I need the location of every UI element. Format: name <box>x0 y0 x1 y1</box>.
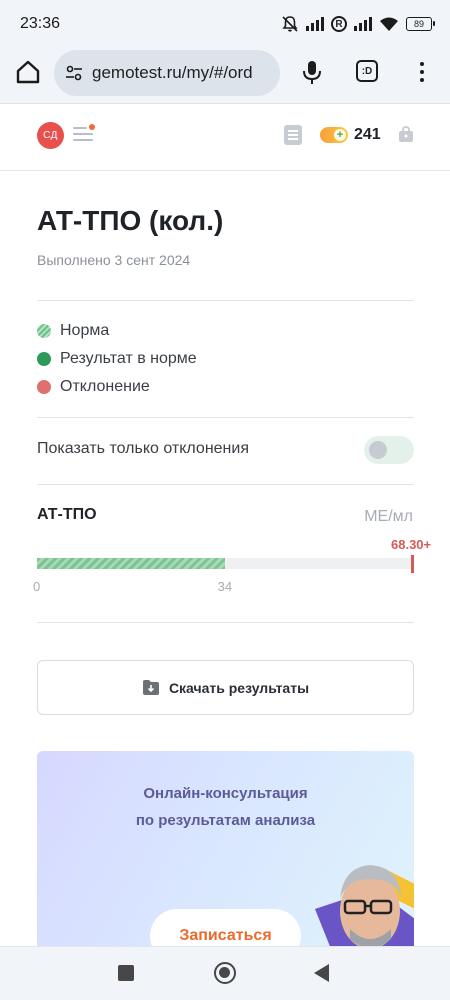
legend-item-deviation: Отклонение <box>37 376 150 398</box>
divider <box>37 300 414 301</box>
status-bar: 23:36 R 89 <box>0 0 450 44</box>
menu-icon[interactable] <box>73 124 95 143</box>
result-name: АТ-ТПО <box>37 506 97 523</box>
bonus-plus-icon: + <box>334 129 346 141</box>
scale-max-label: 34 <box>217 579 233 594</box>
cart-icon[interactable] <box>398 126 414 143</box>
signal-icon <box>306 17 324 31</box>
avatar[interactable]: СД <box>37 122 64 149</box>
tabs-button[interactable]: :D <box>356 60 378 82</box>
result-bar <box>37 555 414 573</box>
roaming-icon: R <box>331 16 347 32</box>
browser-toolbar: gemotest.ru/my/#/ord :D <box>0 44 450 104</box>
recent-apps-icon[interactable] <box>118 965 134 981</box>
bonus-points[interactable]: 241 <box>354 126 381 144</box>
page-title: АТ-ТПО (кол.) <box>37 205 224 236</box>
more-menu-icon[interactable] <box>414 58 430 86</box>
result-marker <box>411 555 414 573</box>
download-results-button[interactable]: Скачать результаты <box>37 660 414 715</box>
in-norm-dot-icon <box>37 352 51 366</box>
notification-dot <box>89 124 95 130</box>
toggle-knob <box>369 441 387 459</box>
norm-dot-icon <box>37 324 51 338</box>
result-unit: МЕ/мл <box>364 508 413 525</box>
mute-bell-icon <box>282 16 298 32</box>
deviations-only-label: Показать только отклонения <box>37 440 249 457</box>
legend-item-in-norm: Результат в норме <box>37 348 197 370</box>
status-icons: R 89 <box>281 14 435 34</box>
download-folder-icon <box>142 680 159 695</box>
completed-date: Выполнено 3 сент 2024 <box>37 252 191 268</box>
back-icon[interactable] <box>314 964 329 982</box>
divider <box>37 622 414 623</box>
legend-label: Норма <box>60 322 110 339</box>
address-bar[interactable]: gemotest.ru/my/#/ord <box>54 50 280 96</box>
divider <box>37 484 414 485</box>
url-text[interactable]: gemotest.ru/my/#/ord <box>92 63 272 83</box>
legend-label: Отклонение <box>60 378 150 395</box>
signal-icon-2 <box>354 17 372 31</box>
status-time: 23:36 <box>20 15 61 32</box>
site-settings-icon[interactable] <box>64 63 84 83</box>
reference-range-bar <box>37 558 225 569</box>
site-header: СД + 241 <box>0 105 450 171</box>
result-value: 68.30+ <box>391 537 432 552</box>
legend-label: Результат в норме <box>60 350 197 367</box>
deviation-dot-icon <box>37 380 51 394</box>
doctor-photo <box>315 865 414 951</box>
home-circle-icon[interactable] <box>214 962 236 984</box>
scale-min-label: 0 <box>33 579 41 594</box>
orders-list-icon[interactable] <box>284 125 302 145</box>
banner-line-1: Онлайн-консультация <box>143 785 308 802</box>
book-consultation-button[interactable]: Записаться <box>150 909 301 951</box>
divider <box>37 417 414 418</box>
battery-icon: 89 <box>406 17 435 31</box>
banner-text: Онлайн-консультация по результатам анали… <box>37 780 414 834</box>
home-icon[interactable] <box>14 58 42 86</box>
system-navigation-bar <box>0 946 450 1000</box>
deviations-only-toggle[interactable] <box>364 436 414 464</box>
wifi-icon <box>380 17 398 31</box>
consultation-banner: Онлайн-консультация по результатам анали… <box>37 751 414 951</box>
microphone-icon[interactable] <box>298 58 326 86</box>
banner-line-2: по результатам анализа <box>135 812 316 829</box>
download-label: Скачать результаты <box>168 679 310 696</box>
legend-item-norm: Норма <box>37 320 109 342</box>
